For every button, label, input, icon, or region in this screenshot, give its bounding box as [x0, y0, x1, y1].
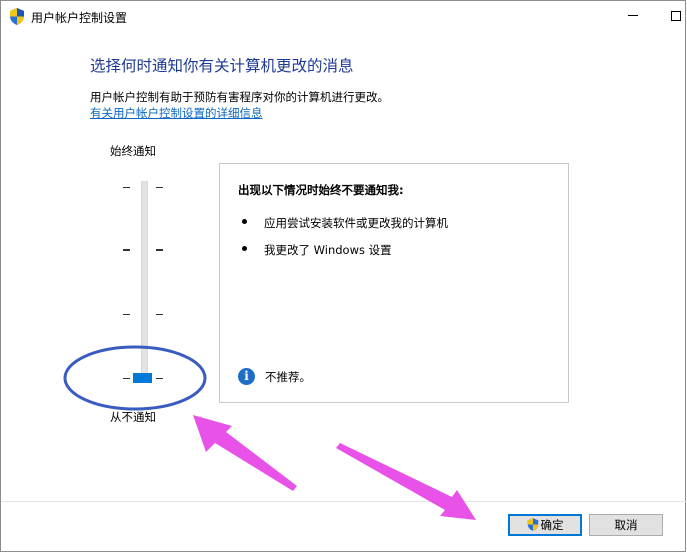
slider-tick	[123, 314, 130, 315]
slider-tick	[156, 314, 163, 315]
cancel-button[interactable]: 取消	[589, 514, 663, 536]
minimize-icon[interactable]	[627, 7, 639, 23]
description-text: 用户帐户控制有助于预防有害程序对你的计算机进行更改。	[90, 90, 389, 104]
panel-item: 我更改了 Windows 设置	[264, 243, 392, 257]
panel-item: 应用尝试安装软件或更改我的计算机	[264, 216, 448, 230]
panel-title: 出现以下情况时始终不要通知我:	[238, 183, 404, 197]
slider-tick	[123, 378, 130, 379]
details-link[interactable]: 有关用户帐户控制设置的详细信息	[90, 105, 263, 121]
uac-shield-icon	[10, 8, 24, 25]
bullet-dot	[242, 246, 247, 251]
uac-settings-window: 用户帐户控制设置 选择何时通知你有关计算机更改的消息 用户帐户控制有助于预防有害…	[0, 0, 687, 552]
slider-tick	[156, 249, 163, 251]
window-title: 用户帐户控制设置	[31, 11, 128, 25]
bullet-dot	[242, 219, 247, 224]
title-bar[interactable]: 用户帐户控制设置	[1, 1, 685, 32]
ok-button[interactable]: 确定	[508, 514, 582, 536]
slider-bottom-label: 从不通知	[110, 410, 156, 424]
slider-tick	[123, 187, 130, 188]
info-icon: i	[238, 368, 255, 385]
info-text: 不推荐。	[265, 370, 311, 384]
maximize-icon[interactable]	[671, 11, 681, 21]
ok-button-label: 确定	[540, 518, 564, 532]
footer-divider	[1, 501, 687, 502]
uac-shield-icon	[527, 518, 538, 531]
description-panel: 出现以下情况时始终不要通知我: 应用尝试安装软件或更改我的计算机 我更改了 Wi…	[219, 163, 569, 403]
slider-tick	[123, 249, 130, 251]
slider-top-label: 始终通知	[110, 144, 156, 158]
slider-track[interactable]	[141, 181, 148, 381]
slider-tick	[156, 378, 163, 379]
slider-tick	[156, 187, 163, 188]
slider-thumb[interactable]	[133, 373, 152, 383]
page-heading: 选择何时通知你有关计算机更改的消息	[90, 57, 354, 75]
